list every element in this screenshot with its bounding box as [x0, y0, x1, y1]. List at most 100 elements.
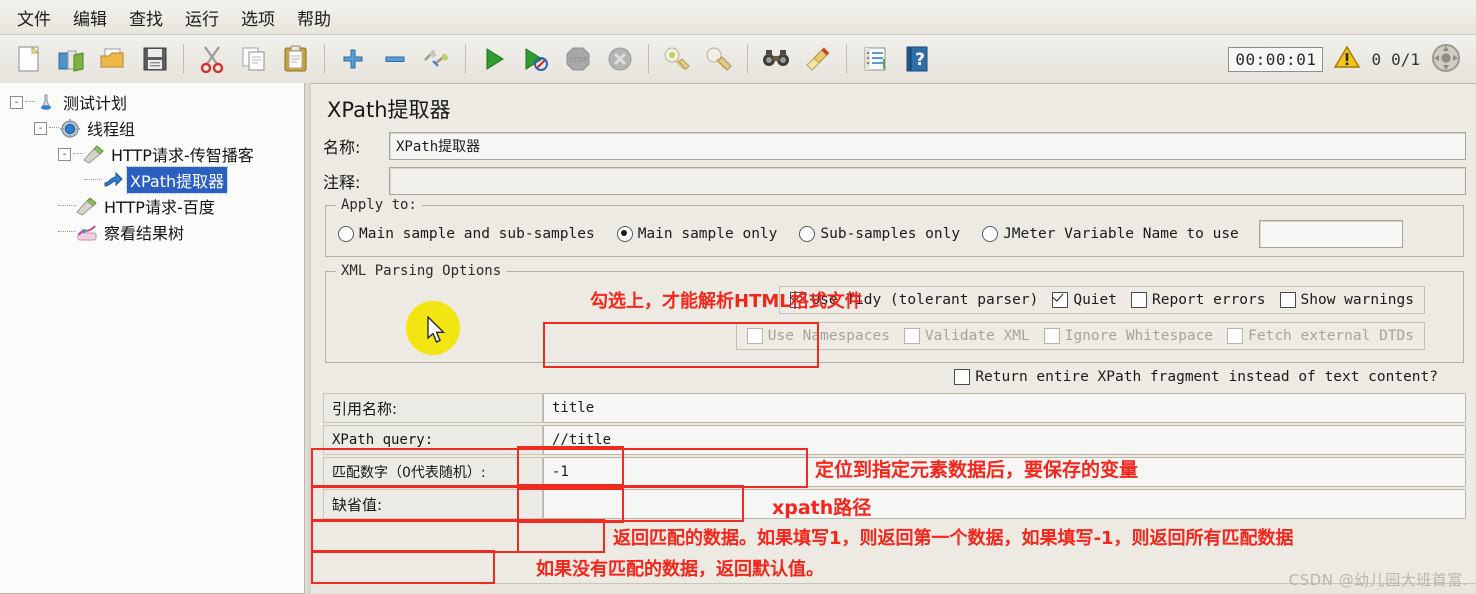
name-row: 名称: XPath提取器 — [323, 132, 1466, 160]
comment-label: 注释: — [323, 173, 361, 192]
start-icon[interactable] — [476, 41, 512, 77]
copy-icon[interactable] — [236, 41, 272, 77]
menu-search[interactable]: 查找 — [120, 2, 172, 33]
radio-label: JMeter Variable Name to use — [1003, 226, 1239, 242]
xpath-extractor-icon — [102, 170, 124, 190]
main-content: - 测试计划 - 线程组 - HTTP请求-传智播客 XPath提取器 HTTP… — [0, 83, 1476, 594]
cut-icon[interactable] — [194, 41, 230, 77]
warning-triangle-icon[interactable] — [1333, 45, 1361, 73]
match-number-input[interactable]: -1 — [543, 457, 1466, 487]
checkbox-indicator[interactable] — [1131, 292, 1147, 308]
radio-indicator[interactable] — [982, 226, 999, 242]
default-value-label: 缺省值: — [323, 489, 543, 519]
checkbox-return-xpath-fragment[interactable]: Return entire XPath fragment instead of … — [954, 369, 1438, 385]
menu-options[interactable]: 选项 — [232, 2, 284, 33]
tree-toggle[interactable]: - — [34, 121, 47, 135]
warning-count: 0 — [1371, 49, 1382, 69]
checkbox-label: Validate XML — [924, 328, 1030, 344]
clear-icon[interactable] — [659, 41, 695, 77]
remote-connect-icon[interactable] — [1430, 42, 1462, 77]
radio-jmeter-variable[interactable]: JMeter Variable Name to use — [982, 226, 1239, 242]
checkbox-label: Ignore Whitespace — [1064, 328, 1214, 344]
tree-toggle[interactable]: - — [58, 147, 71, 161]
checkbox-label: Report errors — [1152, 292, 1266, 308]
help-icon[interactable]: ? — [899, 41, 935, 77]
radio-main-and-sub[interactable]: Main sample and sub-samples — [338, 226, 595, 242]
tree-node-xpath-extractor[interactable]: XPath提取器 — [6, 166, 304, 194]
tree-label[interactable]: HTTP请求-百度 — [101, 193, 218, 219]
checkbox-indicator[interactable] — [1052, 292, 1069, 308]
namespace-options-row: Use Namespaces Validate XML Ignore White… — [735, 322, 1425, 350]
add-icon[interactable] — [335, 41, 371, 77]
checkbox-report-errors[interactable]: Report errors — [1131, 292, 1266, 308]
radio-indicator[interactable] — [338, 226, 354, 242]
tree-node-thread-group[interactable]: - 线程组 — [6, 115, 304, 141]
shutdown-icon[interactable] — [602, 41, 638, 77]
save-icon[interactable] — [137, 41, 173, 77]
tree-connector — [58, 205, 76, 207]
test-plan-tree[interactable]: - 测试计划 - 线程组 - HTTP请求-传智播客 XPath提取器 HTTP… — [0, 83, 305, 594]
checkbox-validate-xml: Validate XML — [903, 328, 1030, 344]
remove-icon[interactable] — [377, 41, 413, 77]
jmeter-variable-input[interactable] — [1258, 220, 1403, 248]
reference-name-input[interactable]: title — [543, 393, 1466, 423]
function-helper-icon[interactable] — [857, 41, 893, 77]
svg-text:STOP: STOP — [569, 56, 587, 64]
tree-label[interactable]: 察看结果树 — [101, 219, 187, 245]
tree-label[interactable]: XPath提取器 — [125, 166, 229, 194]
checkbox-use-tidy[interactable]: Use Tidy (tolerant parser) — [790, 292, 1038, 308]
radio-label: Main sample only — [637, 226, 778, 242]
checkbox-indicator — [903, 328, 920, 344]
checkbox-indicator[interactable] — [1279, 292, 1296, 308]
view-results-tree-icon — [76, 222, 98, 242]
reset-search-icon[interactable] — [800, 41, 836, 77]
menu-help[interactable]: 帮助 — [288, 2, 340, 33]
start-no-timers-icon[interactable] — [518, 41, 554, 77]
tree-label[interactable]: 测试计划 — [60, 89, 130, 115]
tree-node-http-request-1[interactable]: - HTTP请求-传智播客 — [6, 141, 304, 167]
checkbox-label: Use Tidy (tolerant parser) — [811, 292, 1039, 308]
checkbox-indicator — [1227, 328, 1244, 344]
radio-sub-only[interactable]: Sub-samples only — [799, 226, 960, 242]
test-plan-icon — [35, 92, 57, 112]
xml-parsing-options-group: XML Parsing Options Use Tidy (tolerant p… — [325, 263, 1464, 363]
default-value-row: 缺省值: — [323, 489, 1466, 519]
checkbox-indicator[interactable] — [790, 292, 807, 308]
menu-file[interactable]: 文件 — [8, 2, 60, 33]
comment-input[interactable] — [389, 167, 1466, 195]
name-input[interactable]: XPath提取器 — [389, 132, 1466, 160]
tree-label[interactable]: 线程组 — [84, 115, 138, 141]
radio-indicator[interactable] — [799, 226, 816, 242]
new-icon[interactable] — [11, 41, 47, 77]
default-value-input[interactable] — [543, 489, 1466, 519]
checkbox-indicator — [746, 328, 763, 344]
tidy-options-row: Use Tidy (tolerant parser) Quiet Report … — [779, 286, 1425, 314]
toggle-icon[interactable] — [419, 41, 455, 77]
stop-icon[interactable]: STOP — [560, 41, 596, 77]
toolbar-separator — [465, 44, 466, 74]
open-icon[interactable] — [95, 41, 131, 77]
tree-node-view-results-tree[interactable]: 察看结果树 — [6, 219, 304, 245]
tree-node-test-plan[interactable]: - 测试计划 — [6, 89, 304, 115]
xpath-query-row: XPath query: //title — [323, 425, 1466, 455]
templates-icon[interactable] — [53, 41, 89, 77]
checkbox-show-warnings[interactable]: Show warnings — [1279, 292, 1414, 308]
radio-main-only[interactable]: Main sample only — [616, 226, 778, 242]
clear-all-icon[interactable] — [701, 41, 737, 77]
menu-edit[interactable]: 编辑 — [64, 2, 116, 33]
search-icon[interactable] — [758, 41, 794, 77]
radio-indicator[interactable] — [616, 226, 633, 242]
menu-run[interactable]: 运行 — [176, 2, 228, 33]
tree-label[interactable]: HTTP请求-传智播客 — [108, 141, 257, 167]
tree-node-http-request-2[interactable]: HTTP请求-百度 — [6, 193, 304, 219]
match-number-label: 匹配数字（0代表随机）: — [323, 457, 543, 487]
checkbox-use-namespaces: Use Namespaces — [746, 328, 890, 344]
apply-to-options: Main sample and sub-samples Main sample … — [338, 220, 1453, 248]
paste-icon[interactable] — [278, 41, 314, 77]
toolbar: STOP ? 00:00:01 0 0/1 — [0, 35, 1476, 84]
xpath-query-label: XPath query: — [323, 425, 543, 455]
checkbox-indicator[interactable] — [954, 369, 971, 385]
checkbox-quiet[interactable]: Quiet — [1052, 292, 1117, 308]
tree-toggle[interactable]: - — [10, 95, 23, 109]
xpath-query-input[interactable]: //title — [543, 425, 1466, 455]
